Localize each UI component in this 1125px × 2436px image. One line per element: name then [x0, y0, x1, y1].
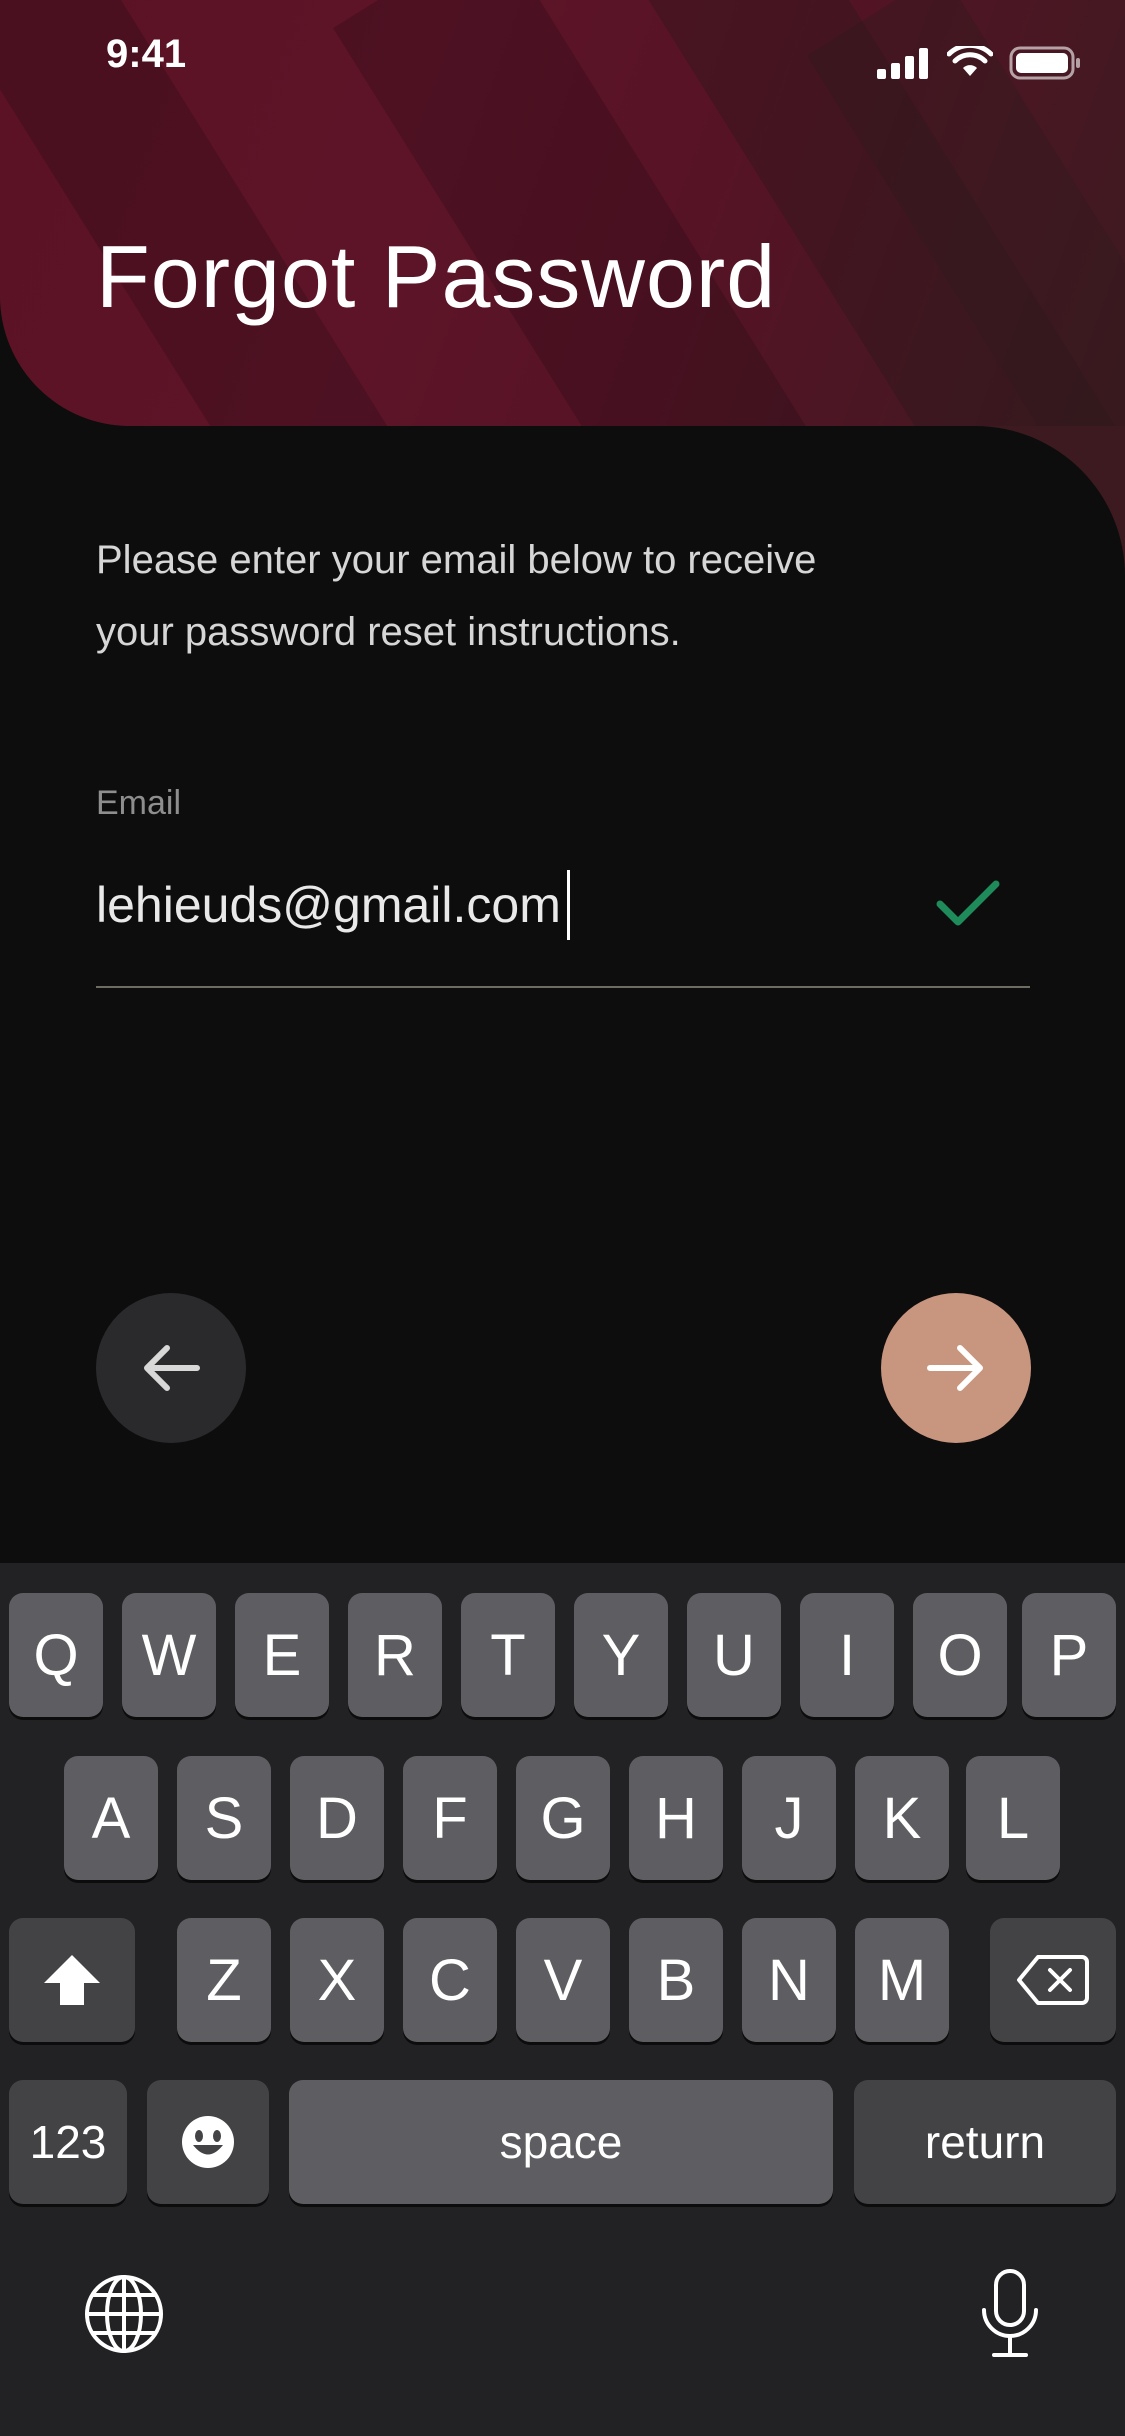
key-l[interactable]: L — [966, 1756, 1060, 1880]
microphone-icon[interactable] — [979, 2268, 1041, 2360]
key-q[interactable]: Q — [9, 1593, 103, 1717]
key-p[interactable]: P — [1022, 1593, 1116, 1717]
email-underline — [96, 986, 1030, 988]
key-n[interactable]: N — [742, 1918, 836, 2042]
cellular-signal-icon — [877, 48, 928, 79]
status-time: 9:41 — [106, 32, 187, 76]
key-c[interactable]: C — [403, 1918, 497, 2042]
checkmark-icon — [936, 880, 1000, 926]
key-j[interactable]: J — [742, 1756, 836, 1880]
header-banner: 9:41 Forgot Password — [0, 0, 1125, 426]
key-f[interactable]: F — [403, 1756, 497, 1880]
return-key[interactable]: return — [854, 2080, 1116, 2204]
numbers-key[interactable]: 123 — [9, 2080, 127, 2204]
return-key-label: return — [924, 2116, 1046, 2168]
emoji-icon — [182, 2116, 234, 2168]
key-v[interactable]: V — [516, 1918, 610, 2042]
back-button[interactable] — [96, 1293, 246, 1443]
email-field[interactable]: lehieuds@gmail.com — [96, 870, 570, 940]
keyboard: Q W E R T Y U I O P A S D F G H J K L Z … — [0, 1563, 1125, 2436]
space-key-label: space — [499, 2116, 623, 2168]
key-z[interactable]: Z — [177, 1918, 271, 2042]
globe-icon[interactable] — [83, 2273, 165, 2355]
key-b[interactable]: B — [629, 1918, 723, 2042]
shift-icon — [44, 1955, 100, 2005]
email-label: Email — [96, 784, 182, 822]
delete-key[interactable] — [990, 1918, 1116, 2042]
battery-icon — [1009, 46, 1080, 80]
key-a[interactable]: A — [64, 1756, 158, 1880]
shift-key[interactable] — [9, 1918, 135, 2042]
key-e[interactable]: E — [235, 1593, 329, 1717]
key-s[interactable]: S — [177, 1756, 271, 1880]
instructions-line-2: your password reset instructions. — [96, 610, 681, 654]
key-y[interactable]: Y — [574, 1593, 668, 1717]
space-key[interactable]: space — [289, 2080, 833, 2204]
key-g[interactable]: G — [516, 1756, 610, 1880]
key-t[interactable]: T — [461, 1593, 555, 1717]
next-button[interactable] — [881, 1293, 1031, 1443]
key-d[interactable]: D — [290, 1756, 384, 1880]
emoji-key[interactable] — [147, 2080, 269, 2204]
page-title: Forgot Password — [96, 227, 777, 326]
key-w[interactable]: W — [122, 1593, 216, 1717]
key-o[interactable]: O — [913, 1593, 1007, 1717]
arrow-left-icon — [144, 1345, 200, 1391]
key-m[interactable]: M — [855, 1918, 949, 2042]
key-x[interactable]: X — [290, 1918, 384, 2042]
key-i[interactable]: I — [800, 1593, 894, 1717]
backspace-icon — [1017, 1955, 1089, 2005]
instructions-text: Please enter your email below to receive… — [96, 524, 1016, 668]
instructions-line-1: Please enter your email below to receive — [96, 538, 817, 582]
arrow-right-icon — [927, 1345, 983, 1391]
key-r[interactable]: R — [348, 1593, 442, 1717]
numbers-key-label: 123 — [29, 2116, 107, 2168]
status-icons — [877, 46, 1081, 80]
wifi-icon — [947, 46, 993, 76]
key-u[interactable]: U — [687, 1593, 781, 1717]
text-caret — [566, 870, 570, 940]
email-value: lehieuds@gmail.com — [96, 877, 561, 933]
key-k[interactable]: K — [855, 1756, 949, 1880]
key-h[interactable]: H — [629, 1756, 723, 1880]
